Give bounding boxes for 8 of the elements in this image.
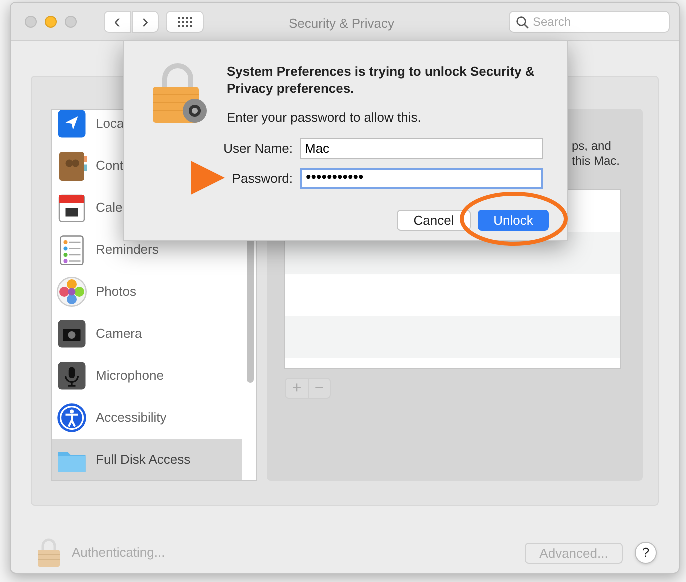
window-title: Security & Privacy <box>289 15 394 33</box>
status-text: Authenticating... <box>72 544 166 562</box>
dialog-message: Enter your password to allow this. <box>227 109 422 127</box>
field-label: Password: <box>232 170 293 188</box>
dialog-title: System Preferences is trying to unlock Security & Privacy preferences. <box>227 63 536 97</box>
description-text: ps, and <box>572 139 612 154</box>
description-text: this Mac. <box>572 154 622 169</box>
field-label: User Name: <box>224 140 293 158</box>
